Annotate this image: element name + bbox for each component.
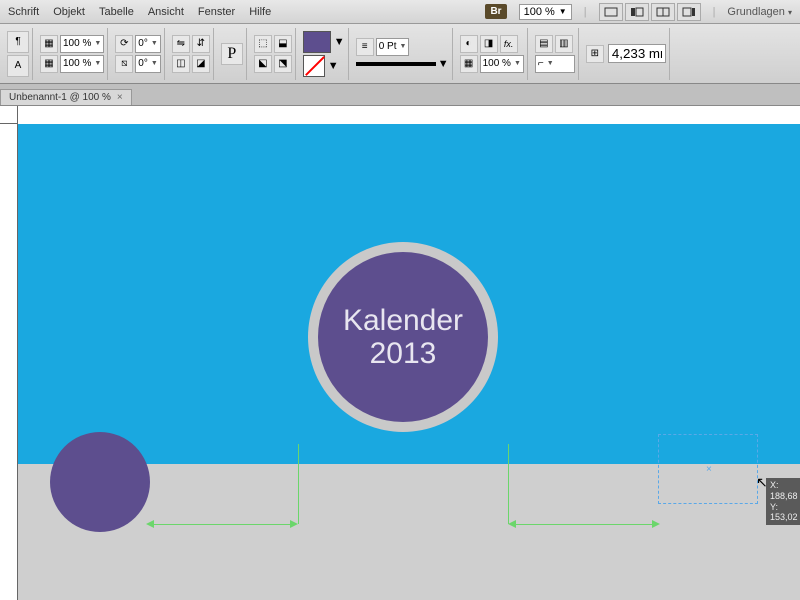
chevron-down-icon: ▼ — [559, 7, 567, 16]
smart-guide — [298, 444, 299, 524]
menu-bar: Schrift Objekt Tabelle Ansicht Fenster H… — [0, 0, 800, 24]
opacity-combo-2[interactable]: 100 %▼ — [60, 55, 104, 73]
view-mode-3[interactable] — [651, 3, 675, 21]
drop-shadow-icon[interactable]: ◨ — [480, 35, 498, 53]
transform-ref-icon[interactable]: ⊞ — [586, 45, 604, 63]
menu-hilfe[interactable]: Hilfe — [249, 6, 271, 18]
flip-v-icon[interactable]: ⇵ — [192, 35, 210, 53]
chevron-down-icon[interactable]: ▼ — [334, 36, 345, 48]
ruler-origin[interactable] — [0, 106, 18, 124]
document-tab-bar: Unbenannt-1 @ 100 % × — [0, 84, 800, 106]
large-circle-object[interactable]: Kalender 2013 — [308, 242, 498, 432]
angle-combo-1[interactable]: 0°▼ — [135, 35, 161, 53]
smart-guide-measure — [514, 524, 658, 525]
smart-guide — [508, 444, 509, 524]
menu-tabelle[interactable]: Tabelle — [99, 6, 134, 18]
workspace-switcher[interactable]: Grundlagen ▾ — [727, 6, 792, 18]
anchor-icon: × — [706, 464, 712, 475]
para-format-button[interactable]: A — [7, 55, 29, 77]
bridge-button[interactable]: Br — [485, 4, 506, 19]
control-toolbar: ¶ A ▦ 100 %▼ ▦ 100 %▼ ⟳ 0°▼ ⧅ 0°▼ ⇋ ⇵ ◫ … — [0, 24, 800, 84]
ruler-vertical[interactable] — [0, 124, 18, 600]
text-wrap-icon-2[interactable]: ▥ — [555, 35, 573, 53]
arrow-left-icon — [146, 520, 154, 528]
stroke-weight-icon: ≡ — [356, 38, 374, 56]
align-icon-2[interactable]: ⬓ — [274, 35, 292, 53]
tint-icon: ▦ — [460, 55, 478, 73]
large-purple-circle: Kalender 2013 — [318, 252, 488, 422]
title-text-line2: 2013 — [370, 337, 437, 370]
corner-radius-input[interactable] — [608, 44, 666, 63]
stroke-style-preview[interactable] — [356, 62, 436, 66]
angle-combo-2[interactable]: 0°▼ — [135, 55, 161, 73]
arrow-right-icon — [652, 520, 660, 528]
text-wrap-icon-1[interactable]: ▤ — [535, 35, 553, 53]
fill-color-swatch[interactable] — [303, 31, 331, 53]
fx-icon[interactable]: fx. — [500, 35, 518, 53]
flip-h-icon[interactable]: ⇋ — [172, 35, 190, 53]
small-purple-circle-object[interactable] — [50, 432, 150, 532]
shear-icon: ⧅ — [115, 55, 133, 73]
document-tab-title: Unbenannt-1 @ 100 % — [9, 92, 111, 103]
title-text-line1: Kalender — [343, 304, 463, 337]
select-content-icon[interactable]: ◪ — [192, 55, 210, 73]
align-icon-1[interactable]: ⬚ — [254, 35, 272, 53]
stroke-color-swatch[interactable] — [303, 55, 325, 77]
select-container-icon[interactable]: ◫ — [172, 55, 190, 73]
smart-guide-measure — [152, 524, 296, 525]
opacity-icon: ▦ — [40, 35, 58, 53]
cursor-coordinates: X: 188,68 Y: 153,02 — [766, 478, 800, 525]
canvas[interactable]: Kalender 2013 × ↖ X: 188,68 Y: 153,02 — [18, 124, 800, 600]
opacity-combo-1[interactable]: 100 %▼ — [60, 35, 104, 53]
opacity-icon-2: ▦ — [40, 55, 58, 73]
stroke-weight-combo[interactable]: 0 Pt▼ — [376, 38, 410, 56]
view-mode-4[interactable] — [677, 3, 701, 21]
char-format-button[interactable]: ¶ — [7, 31, 29, 53]
menu-schrift[interactable]: Schrift — [8, 6, 39, 18]
menu-ansicht[interactable]: Ansicht — [148, 6, 184, 18]
chevron-down-icon[interactable]: ▼ — [328, 60, 339, 72]
view-mode-1[interactable] — [599, 3, 623, 21]
menu-objekt[interactable]: Objekt — [53, 6, 85, 18]
tint-combo[interactable]: 100 %▼ — [480, 55, 524, 73]
close-icon[interactable]: × — [117, 92, 123, 103]
chevron-down-icon[interactable]: ▼ — [438, 58, 449, 70]
rotate-icon: ⟳ — [115, 35, 133, 53]
zoom-level-combo[interactable]: 100 % ▼ — [519, 4, 572, 20]
arrow-right-icon — [290, 520, 298, 528]
view-mode-2[interactable] — [625, 3, 649, 21]
type-tool-icon[interactable]: P — [221, 43, 243, 65]
document-tab[interactable]: Unbenannt-1 @ 100 % × — [0, 89, 132, 105]
effects-icon[interactable]: ◐ — [460, 35, 478, 53]
zoom-value: 100 % — [524, 6, 555, 18]
align-icon-4[interactable]: ⬔ — [274, 55, 292, 73]
menu-fenster[interactable]: Fenster — [198, 6, 235, 18]
corner-style-combo[interactable]: ⌐▼ — [535, 55, 575, 73]
align-icon-3[interactable]: ⬕ — [254, 55, 272, 73]
arrow-left-icon — [508, 520, 516, 528]
chevron-down-icon: ▾ — [788, 8, 792, 17]
